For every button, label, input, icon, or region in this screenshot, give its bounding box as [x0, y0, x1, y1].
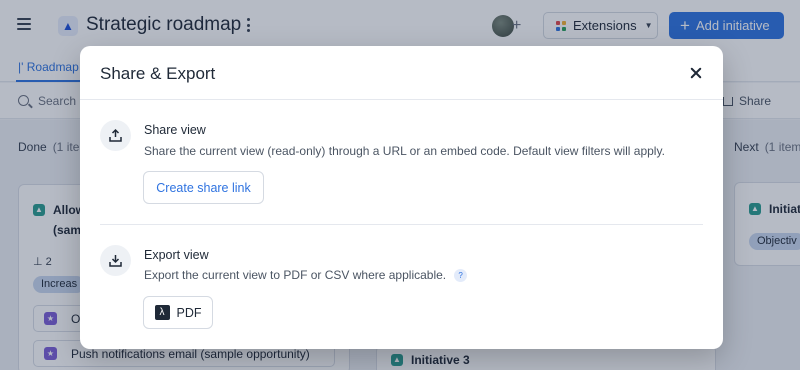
share-export-dialog: Share & Export Share view Share the curr… [80, 46, 723, 349]
export-view-description-line: Export the current view to PDF or CSV wh… [144, 268, 468, 282]
share-view-description: Share the current view (read-only) throu… [144, 144, 665, 158]
export-view-title: Export view [144, 248, 209, 262]
share-view-title: Share view [144, 123, 206, 137]
download-icon [100, 245, 131, 276]
export-view-description: Export the current view to PDF or CSV wh… [144, 268, 447, 282]
dialog-title: Share & Export [100, 64, 216, 83]
pdf-label: PDF [176, 305, 202, 320]
divider [80, 99, 723, 100]
export-pdf-button[interactable]: λ PDF [143, 296, 213, 329]
create-share-link-button[interactable]: Create share link [143, 171, 264, 204]
upload-icon [100, 120, 131, 151]
help-icon[interactable]: ? [454, 269, 468, 282]
close-icon[interactable] [688, 65, 704, 81]
divider [100, 224, 703, 225]
pdf-icon: λ [154, 305, 170, 320]
